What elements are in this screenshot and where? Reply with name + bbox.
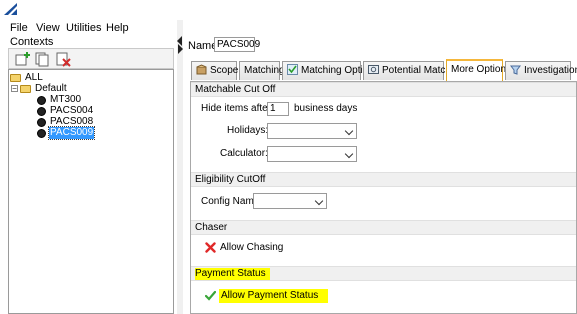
hide-items-label: Hide items after: (201, 103, 274, 114)
tree-node-pacs009[interactable]: PACS009 (37, 126, 96, 140)
calculator-label: Calculator: (220, 148, 268, 159)
menu-file[interactable]: File (10, 22, 28, 34)
box-icon (196, 64, 207, 75)
config-name-select[interactable] (253, 193, 327, 209)
holidays-select[interactable] (267, 123, 357, 139)
section-eligibility-cutoff: Eligibility CutOff (191, 172, 576, 187)
tab-strip: Scope Matching Matching Options Potentia… (190, 59, 577, 81)
holidays-label: Holidays: (227, 125, 269, 136)
section-chaser: Chaser (191, 220, 576, 235)
panel-splitter[interactable] (177, 20, 183, 314)
contexts-toolbar (8, 48, 174, 69)
collapse-icon[interactable]: − (11, 85, 18, 93)
menu-view[interactable]: View (36, 22, 60, 34)
app-logo-icon (4, 3, 17, 15)
contexts-label: Contexts (10, 36, 54, 48)
allow-payment-status-option[interactable]: Allow Payment Status (204, 289, 329, 303)
tab-scope[interactable]: Scope (191, 61, 238, 80)
chevron-down-icon (314, 196, 324, 206)
delete-context-icon[interactable] (55, 51, 72, 67)
tab-potential-match[interactable]: Potential Match (363, 61, 451, 80)
tab-matching-options[interactable]: Matching Options (282, 61, 379, 80)
context-icon (37, 129, 46, 138)
context-icon (37, 96, 46, 105)
allow-chasing-label: Allow Chasing (220, 242, 284, 253)
tab-investigation[interactable]: Investigation (505, 61, 577, 80)
section-matchable-cutoff: Matchable Cut Off (191, 82, 576, 97)
folder-icon (10, 74, 21, 82)
add-context-icon[interactable] (14, 51, 31, 67)
checklist-icon (287, 63, 298, 75)
more-options-panel: Matchable Cut Off Hide items after: 1 bu… (190, 81, 577, 314)
context-icon (37, 107, 46, 116)
copy-context-icon[interactable] (34, 51, 51, 67)
menu-utilities[interactable]: Utilities (66, 22, 101, 34)
allow-chasing-option[interactable]: Allow Chasing (205, 242, 283, 254)
expand-right-icon[interactable] (178, 44, 183, 54)
calculator-select[interactable] (267, 146, 357, 162)
menu-help[interactable]: Help (106, 22, 129, 34)
tab-matching[interactable]: Matching (239, 61, 285, 80)
payment-status-title: Payment Status (195, 268, 270, 280)
chevron-down-icon (344, 149, 354, 159)
cross-icon (205, 242, 216, 253)
hide-items-input[interactable]: 1 (267, 102, 289, 116)
folder-icon (20, 85, 31, 93)
contexts-tree: ALL − Default MT300 PACS004 PACS008 PACS0… (8, 69, 174, 314)
allow-payment-status-label: Allow Payment Status (219, 289, 329, 303)
section-payment-status: Payment Status (191, 266, 576, 281)
tab-more-options[interactable]: More Options (446, 59, 511, 81)
potential-match-icon (368, 64, 379, 74)
context-icon (37, 118, 46, 127)
name-field[interactable]: PACS009 (214, 37, 260, 52)
title-bar (0, 0, 577, 20)
chevron-down-icon (344, 126, 354, 136)
business-days-label: business days (294, 103, 358, 114)
investigation-icon (510, 65, 521, 75)
check-icon (204, 290, 217, 301)
menu-bar: File View Utilities Help (0, 20, 577, 36)
